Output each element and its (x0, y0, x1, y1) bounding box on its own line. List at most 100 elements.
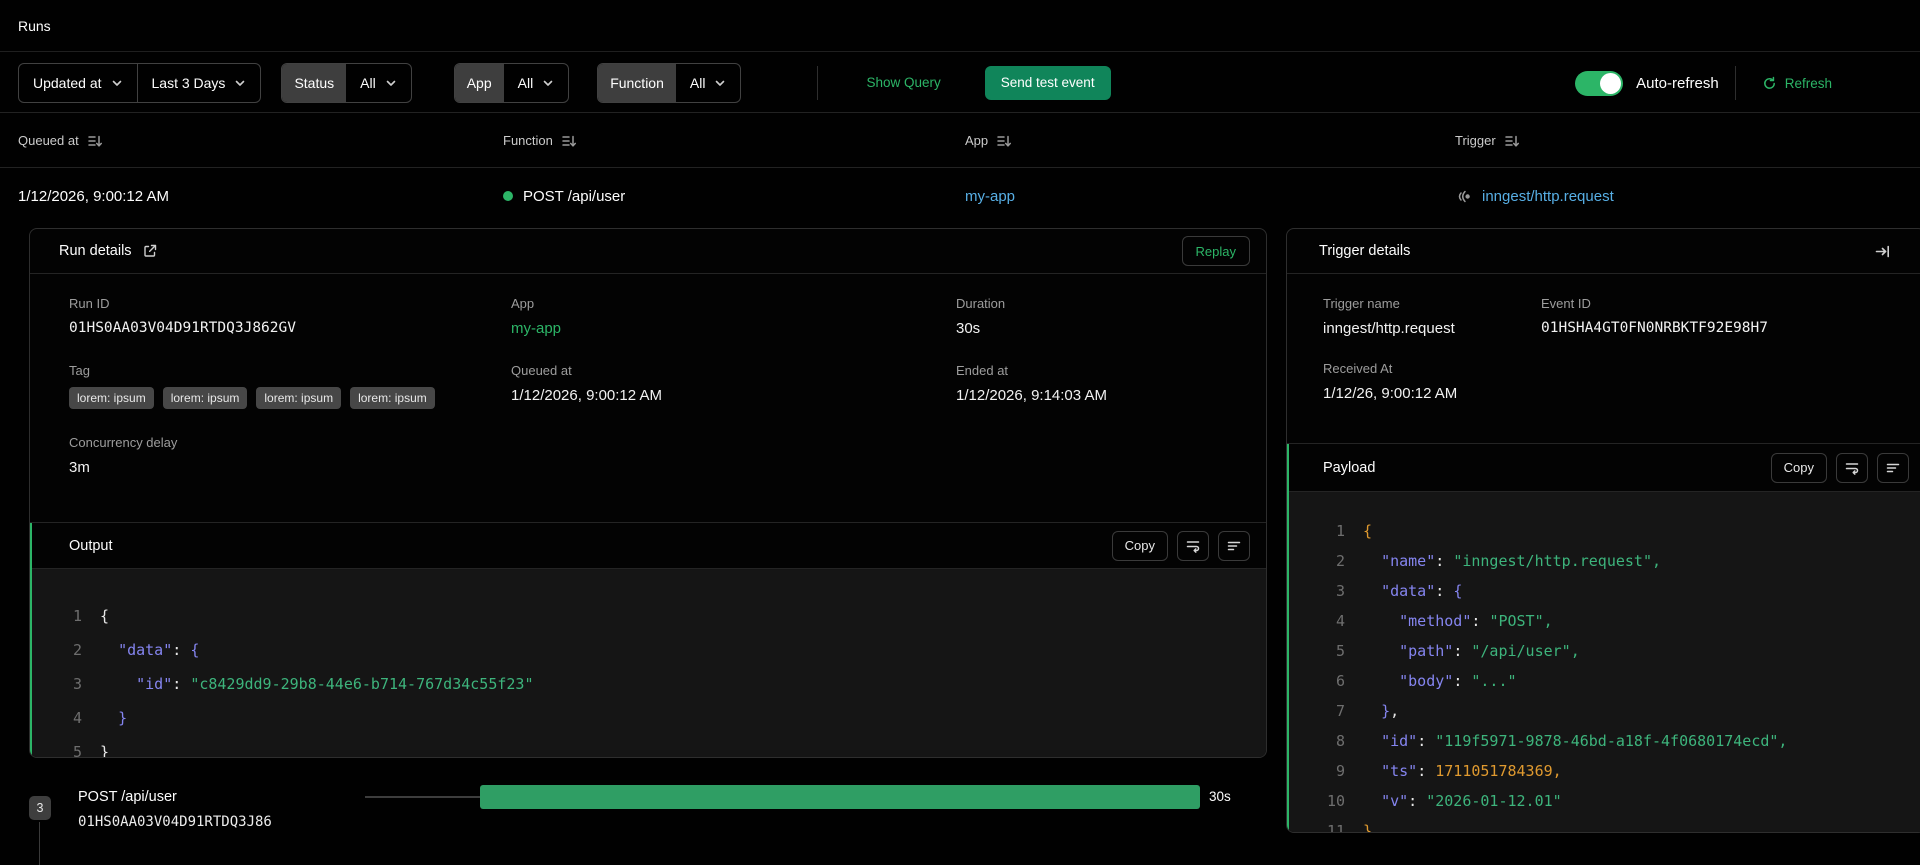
field-tag: Tag lorem: ipsum lorem: ipsum lorem: ipsum… (69, 363, 511, 409)
replay-button[interactable]: Replay (1181, 236, 1250, 266)
field-app: App my-app (511, 296, 956, 337)
wrap-lines-button[interactable] (1836, 452, 1868, 483)
line-number: 1 (72, 607, 82, 625)
timeline-duration-label: 30s (1209, 789, 1231, 804)
tag-list: lorem: ipsum lorem: ipsum lorem: ipsum lore… (69, 387, 511, 409)
divider (817, 65, 819, 100)
code-line: 1{ (1321, 516, 1920, 546)
run-details-panel: Run details Replay Run ID 01HS0AA03V04D9… (29, 228, 1267, 758)
line-number: 10 (1326, 792, 1345, 810)
auto-refresh-toggle[interactable] (1575, 70, 1624, 96)
queued-at-label: Queued at (511, 363, 572, 378)
chevron-down-icon (716, 80, 725, 86)
code-line: 9 "ts": 1711051784369, (1321, 756, 1920, 786)
output-copy-button[interactable]: Copy (1111, 530, 1168, 561)
concurrency-delay-value: 3m (69, 459, 90, 476)
column-header-function[interactable]: Function (487, 133, 949, 149)
line-number: 2 (72, 641, 82, 659)
show-query-link[interactable]: Show Query (866, 75, 940, 90)
payload-copy-button[interactable]: Copy (1770, 452, 1827, 483)
app-filter-label: App (454, 63, 504, 102)
refresh-button[interactable]: Refresh (1762, 76, 1832, 91)
payload-title: Payload (1323, 459, 1376, 476)
line-number: 7 (1335, 702, 1345, 720)
timeline-duration-bar[interactable] (480, 785, 1200, 809)
payload-section: Payload Copy 1{2 "name": "inngest/http.r… (1287, 444, 1920, 832)
field-received-at: Received At 1/12/26, 9:00:12 AM (1323, 361, 1541, 402)
received-at-value: 1/12/26, 9:00:12 AM (1323, 385, 1458, 402)
step-count-badge[interactable]: 3 (29, 796, 51, 820)
sort-field-dropdown[interactable]: Updated at (19, 64, 136, 102)
field-run-id: Run ID 01HS0AA03V04D91RTDQ3J862GV (69, 296, 511, 337)
run-row[interactable]: 1/12/2026, 9:00:12 AM POST /api/user my-… (0, 168, 1920, 224)
payload-code-block: 1{2 "name": "inngest/http.request", 3 "da… (1289, 492, 1920, 832)
timeline-connector-line (365, 796, 480, 798)
cell-function: POST /api/user (487, 188, 949, 205)
line-number: 5 (1335, 642, 1345, 660)
concurrency-delay-label: Concurrency delay (69, 435, 178, 450)
toggle-knob (1600, 72, 1622, 94)
sort-icon (997, 135, 1012, 147)
app-dropdown[interactable]: All (504, 64, 569, 102)
timeline-step-name: POST /api/user (78, 789, 177, 805)
run-details-fields: Run ID 01HS0AA03V04D91RTDQ3J862GV App my… (30, 274, 1266, 522)
output-toolbar: Copy (1111, 530, 1250, 561)
format-button[interactable] (1218, 530, 1250, 561)
field-ended-at: Ended at 1/12/2026, 9:14:03 AM (956, 363, 1266, 409)
trigger-details-header: Trigger details (1287, 229, 1920, 273)
run-timeline: 3 POST /api/user 01HS0AA03V04D91RTDQ3J86… (0, 770, 1286, 865)
line-number: 8 (1335, 732, 1345, 750)
function-dropdown[interactable]: All (676, 64, 741, 102)
tag-label: Tag (69, 363, 90, 378)
field-event-id: Event ID 01HSHA4GT0FN0NRBKTF92E98H7 (1541, 296, 1920, 337)
line-number: 6 (1335, 672, 1345, 690)
app-value[interactable]: my-app (511, 320, 956, 337)
format-button[interactable] (1877, 452, 1909, 483)
column-label: Function (503, 133, 553, 148)
column-label: App (965, 133, 989, 148)
column-header-queued-at[interactable]: Queued at (0, 133, 487, 149)
external-link-icon[interactable] (142, 243, 158, 259)
trigger-name-label: Trigger name (1323, 296, 1400, 311)
time-range-dropdown[interactable]: Last 3 Days (138, 64, 261, 102)
app-filter: App All (453, 62, 570, 103)
status-dropdown[interactable]: All (346, 64, 411, 102)
wrap-lines-button[interactable] (1177, 530, 1209, 561)
app-link[interactable]: my-app (965, 188, 1015, 205)
line-number: 3 (1335, 582, 1345, 600)
runs-table-header: Queued at Function App Trigger (0, 114, 1920, 168)
duration-label: Duration (956, 296, 1006, 311)
chevron-down-icon (112, 80, 121, 86)
timeline-vertical-line (39, 822, 40, 865)
line-number: 4 (72, 709, 82, 727)
code-line: 3 "data": { (1321, 576, 1920, 606)
code-line: 4 } (58, 701, 1266, 735)
send-test-event-button[interactable]: Send test event (984, 65, 1111, 100)
column-header-app[interactable]: App (949, 133, 1439, 149)
line-number: 1 (1335, 522, 1345, 540)
code-line: 10 "v": "2026-01-12.01" (1321, 786, 1920, 816)
field-trigger-name: Trigger name inngest/http.request (1323, 296, 1541, 337)
sort-icon (1504, 135, 1519, 147)
app-value: All (517, 74, 534, 91)
queued-at-value: 1/12/2026, 9:00:12 AM (511, 387, 662, 404)
received-at-label: Received At (1323, 361, 1393, 376)
chevron-down-icon (236, 80, 245, 86)
word-wrap-icon (1845, 462, 1859, 475)
run-details-header: Run details Replay (30, 229, 1266, 273)
payload-header: Payload Copy (1289, 444, 1920, 491)
top-bar: Runs (0, 0, 1920, 52)
field-queued-at: Queued at 1/12/2026, 9:00:12 AM (511, 363, 956, 409)
code-line: 2 "data": { (58, 633, 1266, 667)
code-line: 1{ (58, 599, 1266, 633)
dock-right-icon[interactable] (1874, 243, 1891, 260)
trigger-link[interactable]: inngest/http.request (1482, 188, 1614, 205)
field-duration: Duration 30s (956, 296, 1266, 337)
output-section: Output Copy 1{2 "data": {3 "id": "c8429d… (30, 523, 1266, 757)
trigger-details-title: Trigger details (1319, 243, 1411, 259)
align-left-icon (1886, 463, 1900, 472)
code-line: 2 "name": "inngest/http.request", (1321, 546, 1920, 576)
status-filter-label: Status (282, 63, 347, 102)
column-header-trigger[interactable]: Trigger (1439, 133, 1920, 149)
function-name-text: POST /api/user (523, 187, 626, 205)
